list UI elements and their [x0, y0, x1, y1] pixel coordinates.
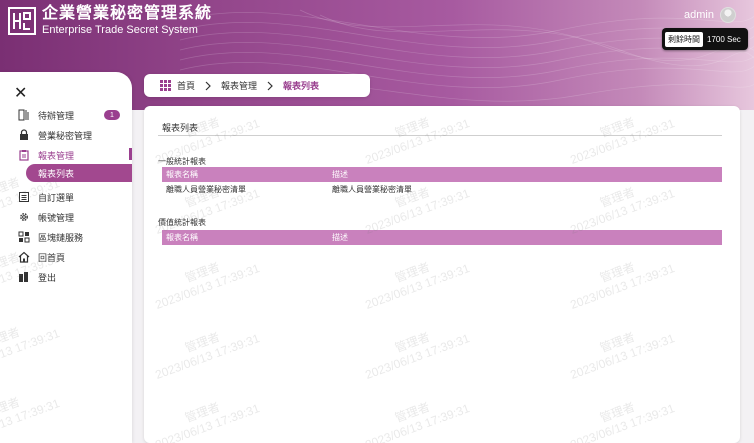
sidebar-item-reports[interactable]: 報表管理	[0, 146, 132, 164]
breadcrumb: 首頁 報表管理 報表列表	[144, 74, 370, 97]
sidebar-item-label: 待辦管理	[38, 110, 75, 121]
app-title-cn: 企業營業秘密管理系統	[42, 5, 213, 22]
app-logo[interactable]: 企業營業秘密管理系統 Enterprise Trade Secret Syste…	[8, 6, 212, 36]
logo-mark-icon	[8, 7, 36, 35]
section-title-general: 一般統計報表	[158, 157, 206, 166]
column-header-name: 報表名稱	[166, 233, 198, 242]
timer-label: 剩餘時間	[665, 31, 703, 47]
column-header-description: 描述	[332, 233, 348, 242]
clipboard-icon	[16, 148, 32, 162]
close-icon[interactable]: ✕	[14, 86, 27, 102]
sidebar-item-label: 帳號管理	[38, 212, 75, 223]
blockchain-icon	[16, 230, 32, 244]
title-divider	[158, 135, 722, 136]
table-row[interactable]: 離職人員營業秘密清單 離職人員營業秘密清單	[162, 182, 722, 197]
breadcrumb-current: 報表列表	[283, 81, 320, 91]
column-header-name: 報表名稱	[166, 170, 198, 179]
gear-icon	[16, 210, 32, 224]
sidebar-item-label: 報表管理	[38, 150, 75, 161]
sidebar-item-accounts[interactable]: 帳號管理	[0, 208, 132, 226]
sidebar-item-logout[interactable]: 登出	[0, 268, 132, 286]
avatar[interactable]	[720, 7, 736, 23]
sidebar-item-label: 回首頁	[38, 252, 66, 263]
sidebar-item-label: 登出	[38, 272, 57, 283]
sidebar-item-label: 區塊鏈服務	[38, 232, 84, 243]
sidebar-item-label: 營業秘密管理	[38, 130, 93, 141]
value-reports-table: 報表名稱 描述	[162, 230, 722, 245]
todo-icon	[16, 108, 32, 122]
app-title-en: Enterprise Trade Secret System	[42, 24, 198, 36]
report-description-cell: 離職人員營業秘密清單	[332, 185, 412, 194]
report-name-cell[interactable]: 離職人員營業秘密清單	[162, 184, 332, 195]
grid-icon	[160, 80, 171, 91]
sidebar-item-todo[interactable]: 待辦管理 1	[0, 106, 132, 124]
lock-icon	[16, 128, 32, 142]
sidebar-item-blockchain[interactable]: 區塊鏈服務	[0, 228, 132, 246]
page-title: 報表列表	[162, 123, 199, 133]
report-list-card: 報表列表 一般統計報表 報表名稱 描述 離職人員營業秘密清單 離職人員營業秘密清…	[144, 106, 740, 443]
chevron-right-icon	[267, 81, 273, 91]
home-icon	[16, 250, 32, 264]
sidebar-subitem-report-list[interactable]: 報表列表	[26, 164, 132, 182]
column-header-description: 描述	[332, 170, 348, 179]
sidebar-item-home[interactable]: 回首頁	[0, 248, 132, 266]
timer-value: 1700 Sec	[707, 34, 741, 44]
table-header: 報表名稱 描述	[162, 230, 722, 245]
chevron-right-icon	[205, 81, 211, 91]
session-timer: 剩餘時間 1700 Sec	[662, 28, 748, 50]
sidebar: ✕ 待辦管理 1 營業秘密管理 報表管理 報表列表 自訂選單 帳號管理 區塊鏈服…	[0, 72, 132, 443]
section-title-value: 價值統計報表	[158, 218, 206, 227]
todo-badge: 1	[104, 110, 120, 120]
sidebar-subitem-label: 報表列表	[38, 168, 75, 179]
menu-icon	[16, 190, 32, 204]
table-header: 報表名稱 描述	[162, 167, 722, 182]
logout-icon	[16, 270, 32, 284]
breadcrumb-home[interactable]: 首頁	[177, 79, 195, 92]
sidebar-item-label: 自訂選單	[38, 192, 75, 203]
user-name[interactable]: admin	[684, 9, 714, 21]
sidebar-item-trade-secret[interactable]: 營業秘密管理	[0, 126, 132, 144]
general-reports-table: 報表名稱 描述 離職人員營業秘密清單 離職人員營業秘密清單	[162, 167, 722, 197]
sidebar-item-custom-menu[interactable]: 自訂選單	[0, 188, 132, 206]
breadcrumb-reports[interactable]: 報表管理	[221, 79, 257, 92]
user-menu[interactable]: admin	[684, 7, 736, 23]
